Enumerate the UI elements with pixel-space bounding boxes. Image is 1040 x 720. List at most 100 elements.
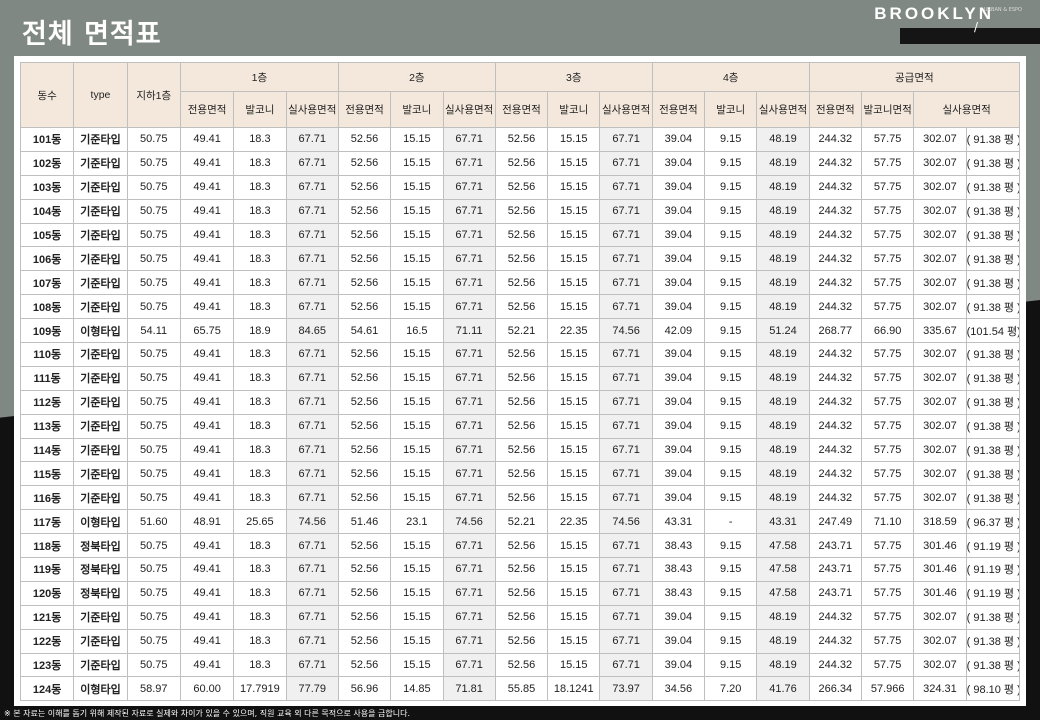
header-supply-usable: 실사용면적 [913,91,1020,128]
table-cell: 9.15 [704,533,758,559]
table-cell: 9.15 [704,294,758,320]
table-cell: 302.07 [913,150,967,176]
table-cell: 9.15 [704,389,758,415]
table-cell: 52.56 [494,294,549,320]
table-cell: 67.71 [285,127,339,152]
table-cell: 15.15 [390,270,444,296]
table-cell: 65.75 [179,318,235,344]
table-cell: 15.15 [547,222,601,248]
table-cell: 23.1 [390,509,444,535]
table-cell: 9.15 [704,222,758,248]
table-cell: 67.71 [285,342,339,367]
table-cell: 120동 [19,580,75,606]
table-cell: 52.56 [494,533,549,559]
table-cell: ( 91.19 평 ) [965,533,1021,559]
table-cell: 15.15 [547,652,601,678]
table-cell: 기준타입 [73,294,128,320]
table-cell: 50.75 [126,246,181,272]
table-cell: 57.75 [860,557,915,582]
table-cell: ( 91.38 평 ) [965,342,1021,367]
table-cell: 39.04 [651,270,706,296]
table-cell: 67.71 [599,437,653,463]
table-cell: 73.97 [599,676,653,702]
table-cell: 50.75 [126,413,181,439]
table-cell: ( 91.38 평 ) [965,652,1021,678]
table-cell: 9.15 [704,365,758,391]
table-cell: 49.41 [179,222,235,248]
table-cell: 39.04 [651,342,706,367]
table-row: 124동 이형타입 58.97 60.00 17.7919 77.79 56.96 14.85… [19,676,1021,702]
table-cell: 15.15 [390,222,444,248]
table-cell: 9.15 [704,270,758,296]
table-cell: 57.75 [860,127,915,152]
table-cell: 67.71 [442,485,496,511]
table-cell: 15.15 [547,580,601,606]
table-cell: ( 91.38 평 ) [965,270,1021,296]
table-cell: 9.15 [704,628,758,654]
table-cell: 50.75 [126,604,181,630]
table-cell: 244.32 [808,389,863,415]
table-cell: ( 91.38 평 ) [965,246,1021,272]
table-cell: 109동 [19,318,75,344]
table-cell: 302.07 [913,127,967,152]
table-cell: ( 98.10 평 ) [965,676,1021,702]
table-cell: 34.56 [651,676,706,702]
table-cell: 15.15 [390,365,444,391]
table-cell: 52.56 [494,437,549,463]
table-cell: 302.07 [913,294,967,320]
table-cell: 15.15 [390,127,444,152]
table-cell: 52.56 [337,485,392,511]
table-cell: 302.07 [913,174,967,200]
table-cell: 108동 [19,294,75,320]
table-cell: (101.54 평) [965,318,1021,344]
table-cell: 기준타입 [73,437,128,463]
table-cell: 67.71 [599,580,653,606]
table-cell: 49.41 [179,485,235,511]
table-cell: 67.71 [599,652,653,678]
table-cell: 15.15 [390,557,444,582]
table-cell: 48.19 [756,198,810,224]
table-cell: 71.10 [860,509,915,535]
table-cell: 50.75 [126,150,181,176]
table-cell: 43.31 [651,509,706,535]
table-cell: 121동 [19,604,75,630]
table-cell: 67.71 [285,628,339,654]
table-cell: 302.07 [913,413,967,439]
table-cell: 기준타입 [73,389,128,415]
table-cell: 기준타입 [73,628,128,654]
table-cell: 18.3 [233,222,287,248]
table-row: 105동 기준타입 50.75 49.41 18.3 67.71 52.56 15.15 67.… [19,222,1021,248]
table-cell: 302.07 [913,437,967,463]
table-cell: 244.32 [808,127,863,152]
table-cell: 50.75 [126,174,181,200]
table-cell: 39.04 [651,485,706,511]
table-cell: 48.19 [756,222,810,248]
table-cell: 302.07 [913,461,967,487]
table-cell: 18.3 [233,389,287,415]
table-cell: 52.56 [337,127,392,152]
table-cell: 57.75 [860,150,915,176]
table-cell: 48.19 [756,413,810,439]
table-cell: 18.3 [233,342,287,367]
table-cell: 51.24 [756,318,810,344]
table-cell: 67.71 [599,389,653,415]
header-type: type [73,62,128,128]
table-cell: 18.1241 [547,676,601,702]
table-cell: ( 91.38 평 ) [965,294,1021,320]
table-cell: 301.46 [913,580,967,606]
table-cell: 110동 [19,342,75,367]
table-cell: 57.75 [860,389,915,415]
table-cell: 15.15 [390,485,444,511]
table-cell: 57.75 [860,342,915,367]
table-cell: 18.9 [233,318,287,344]
table-cell: 67.71 [442,533,496,559]
table-cell: 67.71 [285,246,339,272]
table-cell: 57.75 [860,365,915,391]
table-cell: 67.71 [599,270,653,296]
table-cell: 52.56 [494,485,549,511]
table-row: 114동 기준타입 50.75 49.41 18.3 67.71 52.56 15.15 67.… [19,437,1021,463]
table-cell: 244.32 [808,437,863,463]
table-cell: 15.15 [547,127,601,152]
table-cell: 50.75 [126,461,181,487]
table-cell: ( 91.38 평 ) [965,413,1021,439]
